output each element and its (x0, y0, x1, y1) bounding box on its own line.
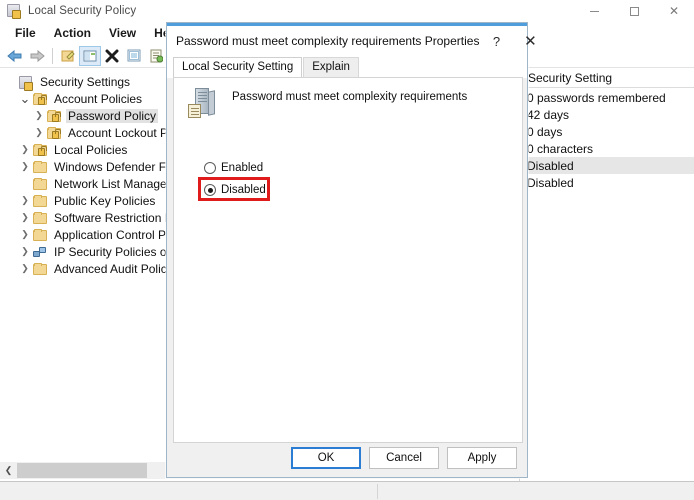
security-policy-icon (6, 3, 22, 19)
toolbar-separator (52, 47, 53, 64)
dialog-close-button[interactable]: ✕ (513, 26, 547, 56)
apply-button-label: Apply (467, 452, 497, 464)
properties-dialog: Password must meet complexity requiremen… (166, 22, 537, 478)
dialog-titlebar: Password must meet complexity requiremen… (167, 26, 537, 56)
chevron-right-icon[interactable]: ❯ (18, 264, 32, 273)
list-item[interactable]: 0 passwords remembered (520, 89, 694, 106)
help-button[interactable] (145, 46, 167, 66)
forward-button[interactable] (26, 46, 48, 66)
column-header-label: Security Setting (528, 70, 613, 85)
delete-button[interactable] (101, 46, 123, 66)
radio-disabled-label: Disabled (221, 184, 266, 196)
menu-action[interactable]: Action (45, 24, 100, 42)
close-icon: ✕ (668, 4, 680, 18)
close-button[interactable]: ✕ (654, 0, 694, 22)
scrollbar-thumb[interactable] (17, 463, 147, 478)
cancel-button-label: Cancel (386, 452, 422, 464)
minimize-button[interactable] (574, 0, 614, 22)
tree-item-label: Password Policy (66, 108, 159, 123)
cancel-button[interactable]: Cancel (369, 447, 439, 469)
network-policy-icon (32, 245, 48, 259)
menu-file[interactable]: File (6, 24, 45, 42)
ok-button[interactable]: OK (291, 447, 361, 469)
window-title: Local Security Policy (28, 5, 137, 17)
back-button[interactable] (4, 46, 26, 66)
list-item[interactable]: 0 characters (520, 140, 694, 157)
folder-icon (32, 262, 48, 276)
dialog-help-button[interactable]: ? (479, 26, 513, 56)
policy-header: Password must meet complexity requiremen… (174, 78, 522, 121)
tab-label: Explain (312, 61, 350, 74)
chevron-right-icon[interactable]: ❯ (18, 162, 32, 171)
tree-item-label: Account Policies (54, 91, 143, 106)
dialog-body: Password must meet complexity requiremen… (173, 77, 523, 443)
policy-name-label: Password must meet complexity requiremen… (232, 91, 468, 103)
radio-enabled-label: Enabled (221, 162, 264, 174)
list-item[interactable]: Disabled (520, 157, 694, 174)
radio-option-enabled[interactable]: Enabled (204, 160, 263, 176)
chevron-right-icon[interactable]: ❯ (32, 111, 46, 120)
dialog-button-row: OK Cancel Apply (167, 447, 527, 469)
security-setting-value: Disabled (527, 158, 574, 173)
list-item[interactable]: Disabled (520, 174, 694, 191)
folder-icon (32, 194, 48, 208)
chevron-right-icon[interactable]: ❯ (18, 213, 32, 222)
tab-explain[interactable]: Explain (303, 57, 359, 78)
scroll-left-arrow-icon[interactable]: ❮ (0, 462, 17, 479)
folder-lock-icon (46, 109, 62, 123)
export-list-button[interactable] (123, 46, 145, 66)
tab-label: Local Security Setting (182, 61, 294, 74)
folder-lock-icon (32, 143, 48, 157)
folder-lock-icon (46, 126, 62, 140)
list-item[interactable]: 42 days (520, 106, 694, 123)
security-setting-value: 0 characters (527, 141, 594, 156)
question-mark-icon: ? (492, 33, 501, 49)
close-icon: ✕ (524, 33, 537, 50)
menu-view[interactable]: View (100, 24, 145, 42)
local-security-policy-window: Local Security Policy ✕ File Action View… (0, 0, 694, 500)
chevron-right-icon[interactable]: ❯ (18, 230, 32, 239)
tree-item-label: Public Key Policies (54, 193, 156, 208)
security-setting-value: 0 passwords remembered (527, 90, 666, 105)
folder-lock-icon (32, 92, 48, 106)
window-controls: ✕ (574, 0, 694, 22)
chevron-right-icon[interactable]: ❯ (32, 128, 46, 137)
dialog-title: Password must meet complexity requiremen… (176, 34, 480, 48)
tree-item-label: Security Settings (40, 74, 131, 89)
radio-enabled-icon[interactable] (204, 162, 216, 174)
dialog-title-buttons: ? ✕ (479, 26, 547, 56)
tree-item-label: Local Policies (54, 142, 128, 157)
folder-icon (32, 160, 48, 174)
show-hide-console-tree-button[interactable] (57, 46, 79, 66)
properties-button[interactable] (79, 45, 101, 66)
ok-button-label: OK (317, 452, 335, 464)
chevron-right-icon[interactable]: ❯ (18, 145, 32, 154)
policy-list[interactable]: 0 passwords remembered 42 days 0 days 0 cha… (520, 88, 694, 191)
folder-icon (32, 177, 48, 191)
status-bar-divider (377, 484, 378, 499)
chevron-right-icon[interactable]: ❯ (18, 196, 32, 205)
status-bar (0, 481, 694, 500)
radio-option-disabled[interactable]: Disabled (198, 177, 270, 201)
folder-icon (32, 228, 48, 242)
security-setting-value: 42 days (527, 107, 570, 122)
folder-icon (32, 211, 48, 225)
apply-button[interactable]: Apply (447, 447, 517, 469)
radio-disabled-icon[interactable] (204, 184, 216, 196)
dialog-tabs: Local Security Setting Explain (167, 56, 527, 78)
shield-lock-icon (18, 75, 34, 91)
setting-radio-group: Enabled Disabled (174, 160, 522, 201)
maximize-button[interactable] (614, 0, 654, 22)
policy-list-pane[interactable]: Security Setting 0 passwords remembered 4… (520, 68, 694, 481)
chevron-down-icon[interactable]: ⌄ (18, 92, 32, 105)
chevron-right-icon[interactable]: ❯ (18, 247, 32, 256)
security-setting-value: Disabled (527, 175, 574, 190)
security-setting-value: 0 days (527, 124, 563, 139)
column-header-security-setting[interactable]: Security Setting (520, 68, 694, 88)
window-titlebar: Local Security Policy ✕ (0, 0, 694, 22)
tab-local-security-setting[interactable]: Local Security Setting (173, 57, 303, 78)
computer-policy-icon (186, 87, 220, 121)
list-item[interactable]: 0 days (520, 123, 694, 140)
